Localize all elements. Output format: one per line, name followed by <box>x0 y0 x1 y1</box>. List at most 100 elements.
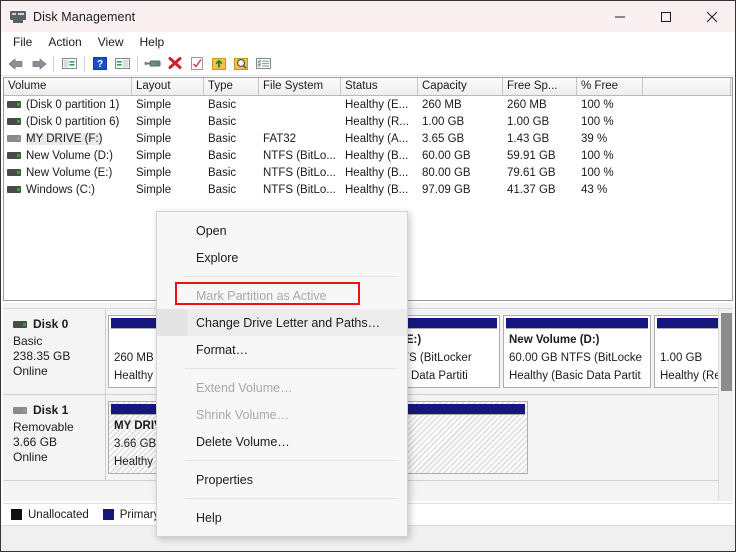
partition-title: (E:) <box>402 334 422 346</box>
menu-separator <box>185 460 397 461</box>
menu-separator <box>185 276 397 277</box>
cell-layout: Simple <box>136 132 172 145</box>
back-icon[interactable] <box>5 53 27 75</box>
menu-item-help[interactable]: Help <box>157 504 407 531</box>
volume-label: (Disk 0 partition 6) <box>26 115 120 128</box>
cell-capacity: 260 MB <box>422 98 462 111</box>
disk-title: Disk 0 <box>13 317 105 331</box>
cell-free-space: 59.91 GB <box>507 149 556 162</box>
cell-free-space: 79.61 GB <box>507 166 556 179</box>
column-header-volume[interactable]: Volume <box>4 78 132 95</box>
toolbar: ? <box>1 52 735 76</box>
disk-title: Disk 1 <box>13 403 105 417</box>
cell-layout: Simple <box>136 115 172 128</box>
show-task-list-icon[interactable] <box>252 53 274 75</box>
show-hide-action-pane-icon[interactable] <box>111 53 133 75</box>
volume-name-cell: New Volume (E:) <box>4 167 132 179</box>
column-header-capacity[interactable]: Capacity <box>418 78 503 95</box>
maximize-button[interactable] <box>643 1 689 32</box>
menu-item-explore[interactable]: Explore <box>157 244 407 271</box>
volume-icon <box>7 152 21 159</box>
volume-name-cell: New Volume (D:) <box>4 150 132 162</box>
volume-label: New Volume (E:) <box>26 166 113 179</box>
disk-state: Online <box>13 364 48 378</box>
cell-type: Basic <box>208 183 237 196</box>
column-header-free[interactable]: % Free <box>577 78 643 95</box>
column-header-file-system[interactable]: File System <box>259 78 341 95</box>
cell-percent-free: 39 % <box>581 132 608 145</box>
column-header-free-sp[interactable]: Free Sp... <box>503 78 577 95</box>
column-header-blank[interactable] <box>643 78 731 95</box>
close-button[interactable] <box>689 1 735 32</box>
volume-list-header: Volume Layout Type File System Status Capacit… <box>4 78 732 96</box>
partition-block[interactable]: (E:) TS (BitLocker c Data Partiti <box>396 315 500 388</box>
search-icon[interactable] <box>230 53 252 75</box>
cell-capacity: 97.09 GB <box>422 183 471 196</box>
table-row[interactable]: (Disk 0 partition 6) Simple Basic Healthy (… <box>4 113 732 130</box>
graph-scroll-thumb[interactable] <box>721 313 732 391</box>
disk-size: 238.35 GB <box>13 349 71 363</box>
partition-block[interactable]: New Volume (D:) 60.00 GB NTFS (BitLocke He… <box>503 315 651 388</box>
menu-item-delete-volume[interactable]: Delete Volume… <box>157 428 407 455</box>
disk-type: Removable <box>13 420 74 434</box>
cell-percent-free: 100 % <box>581 98 614 111</box>
cell-capacity: 1.00 GB <box>422 115 465 128</box>
properties-icon[interactable] <box>186 53 208 75</box>
volume-name-cell: (Disk 0 partition 6) <box>4 116 132 128</box>
graph-vertical-scrollbar[interactable] <box>718 309 733 501</box>
cell-capacity: 60.00 GB <box>422 149 471 162</box>
disk-info-panel[interactable]: Disk 0 Basic 238.35 GB Online <box>3 309 106 394</box>
partition-color-bar <box>506 318 648 329</box>
cell-status: Healthy (B... <box>345 166 409 179</box>
partition-line3: c Data Partiti <box>402 370 468 382</box>
legend-label: Unallocated <box>28 508 89 521</box>
toolbar-separator <box>53 55 54 72</box>
volume-label: (Disk 0 partition 1) <box>26 98 120 111</box>
menu-file[interactable]: File <box>8 33 41 51</box>
cell-file-system: NTFS (BitLo... <box>263 166 336 179</box>
menu-item-extend-volume: Extend Volume… <box>196 380 293 395</box>
minimize-button[interactable] <box>597 1 643 32</box>
partition-title: New Volume (D:) <box>509 334 600 346</box>
volume-name-cell: (Disk 0 partition 1) <box>4 99 132 111</box>
menu-action[interactable]: Action <box>43 33 90 51</box>
disk-info-panel[interactable]: Disk 1 Removable 3.66 GB Online <box>3 395 106 480</box>
cell-free-space: 1.43 GB <box>507 132 550 145</box>
menu-item-properties[interactable]: Properties <box>157 466 407 493</box>
column-header-status[interactable]: Status <box>341 78 418 95</box>
disk-management-window: Disk Management File Action View Help ? … <box>0 0 736 552</box>
rescan-disks-icon[interactable] <box>142 53 164 75</box>
table-row[interactable]: MY DRIVE (F:) Simple Basic FAT32 Healthy (A.… <box>4 130 732 147</box>
table-row[interactable]: (Disk 0 partition 1) Simple Basic Healthy (… <box>4 96 732 113</box>
table-row[interactable]: New Volume (E:) Simple Basic NTFS (BitLo...… <box>4 164 732 181</box>
forward-icon[interactable] <box>27 53 49 75</box>
disk-size: 3.66 GB <box>13 435 58 449</box>
disk-name: Disk 0 <box>33 317 69 331</box>
cell-type: Basic <box>208 149 237 162</box>
partition-line2: TS (BitLocker <box>402 352 472 364</box>
menu-item-format[interactable]: Format… <box>157 336 407 363</box>
delete-icon[interactable] <box>164 53 186 75</box>
menu-item-change-drive-letter-and-paths[interactable]: Change Drive Letter and Paths… <box>157 309 407 336</box>
menu-help[interactable]: Help <box>135 33 174 51</box>
cell-free-space: 1.00 GB <box>507 115 550 128</box>
menu-view[interactable]: View <box>93 33 133 51</box>
column-header-layout[interactable]: Layout <box>132 78 204 95</box>
column-header-type[interactable]: Type <box>204 78 259 95</box>
cell-free-space: 260 MB <box>507 98 547 111</box>
volume-icon <box>7 186 21 193</box>
partition-color-bar <box>399 318 497 329</box>
svg-text:?: ? <box>97 59 103 70</box>
context-menu[interactable]: Open Explore Mark Partition as Active Chang… <box>156 211 408 537</box>
menu-item-open[interactable]: Open <box>157 217 407 244</box>
volume-icon <box>7 169 21 176</box>
cell-type: Basic <box>208 98 237 111</box>
cell-type: Basic <box>208 132 237 145</box>
show-hide-console-tree-icon[interactable] <box>58 53 80 75</box>
help-icon[interactable]: ? <box>89 53 111 75</box>
export-list-icon[interactable] <box>208 53 230 75</box>
cell-file-system: NTFS (BitLo... <box>263 149 336 162</box>
window-title: Disk Management <box>33 9 136 24</box>
table-row[interactable]: Windows (C:) Simple Basic NTFS (BitLo... Hea… <box>4 181 732 198</box>
table-row[interactable]: New Volume (D:) Simple Basic NTFS (BitLo...… <box>4 147 732 164</box>
